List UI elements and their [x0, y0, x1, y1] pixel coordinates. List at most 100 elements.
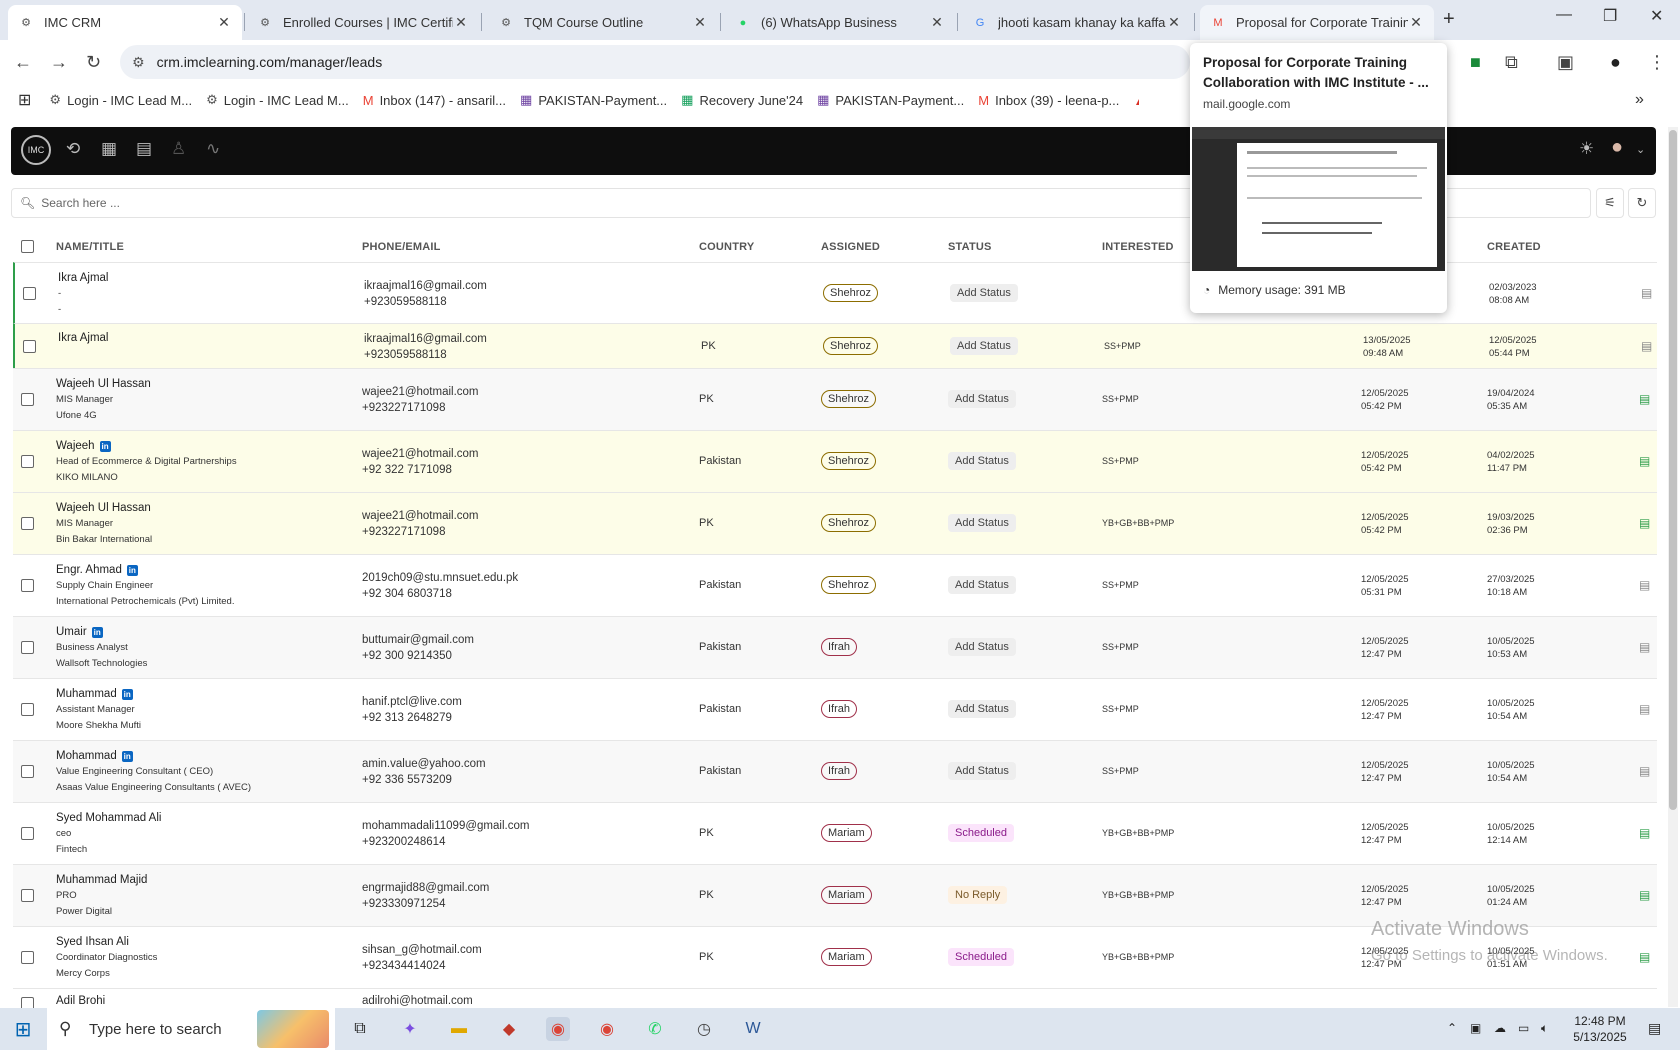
filter-button[interactable]: ⚟ — [1596, 188, 1624, 218]
reload-icon[interactable]: ↻ — [86, 52, 101, 73]
calendar-icon[interactable]: ▦ — [101, 139, 117, 159]
col-assigned[interactable]: ASSIGNED — [821, 241, 880, 253]
linkedin-icon[interactable]: in — [121, 750, 133, 762]
lead-phone[interactable]: +92 313 2648279 — [362, 710, 462, 726]
status-badge[interactable]: No Reply — [948, 886, 1008, 904]
linkedin-icon[interactable]: in — [121, 688, 133, 700]
app-icon-red[interactable]: ◆ — [497, 1017, 521, 1041]
scrollbar-thumb[interactable] — [1669, 130, 1677, 810]
assigned-badge[interactable]: Shehroz — [823, 336, 878, 355]
volume-icon[interactable]: 🔈︎ — [1541, 1020, 1548, 1036]
linkedin-icon[interactable]: in — [99, 440, 111, 452]
lead-email[interactable]: amin.value@yahoo.com — [362, 756, 486, 772]
table-row[interactable]: Wajeeh Ul Hassan MIS Manager Ufone 4G wajee… — [13, 368, 1657, 430]
table-row[interactable]: Muhammad in Assistant Manager Moore Shekha … — [13, 678, 1657, 740]
url-input[interactable]: ⚙ crm.imclearning.com/manager/leads — [120, 45, 1190, 79]
document-icon[interactable]: ▤ — [1639, 826, 1650, 840]
row-checkbox[interactable] — [21, 765, 34, 778]
bookmark-item[interactable]: ▦ PAKISTAN-Payment... — [520, 92, 667, 108]
row-checkbox[interactable] — [23, 339, 36, 353]
status-badge[interactable]: Add Status — [950, 283, 1018, 302]
assigned-badge[interactable]: Ifrah — [821, 700, 858, 718]
col-created[interactable]: CREATED — [1487, 241, 1541, 253]
imc-logo[interactable]: IMC — [21, 135, 51, 165]
linkedin-icon[interactable]: in — [91, 626, 103, 638]
bookmark-item[interactable]: ⚙ Login - IMC Lead M... — [49, 92, 192, 108]
bookmark-item[interactable]: ▦ PAKISTAN-Payment... — [817, 92, 964, 108]
user-avatar[interactable]: ● — [1611, 136, 1623, 159]
forward-icon[interactable]: → — [50, 52, 68, 73]
chrome-icon[interactable]: ◉ — [546, 1017, 570, 1041]
col-phone[interactable]: PHONE/EMAIL — [362, 241, 441, 253]
tab-4[interactable]: ● (6) WhatsApp Business ✕ — [725, 5, 955, 40]
tray-meet-icon[interactable]: ▣ — [1470, 1020, 1481, 1036]
site-info-icon[interactable]: ⚙ — [132, 54, 145, 71]
lead-email[interactable]: 2019ch09@stu.mnsuet.edu.pk — [362, 570, 518, 586]
lead-email[interactable]: wajee21@hotmail.com — [362, 446, 479, 462]
col-interested[interactable]: INTERESTED — [1102, 241, 1174, 253]
close-tab-icon[interactable]: ✕ — [453, 14, 469, 31]
document-icon[interactable]: ▤ — [1641, 339, 1652, 353]
table-row[interactable]: Engr. Ahmad in Supply Chain Engineer Intern… — [13, 554, 1657, 616]
table-row[interactable]: Wajeeh in Head of Ecommerce & Digital Part… — [13, 430, 1657, 492]
status-badge[interactable]: Add Status — [948, 638, 1016, 656]
page-scrollbar[interactable] — [1668, 127, 1678, 1007]
status-badge[interactable]: Scheduled — [948, 824, 1014, 842]
lead-phone[interactable]: +923330971254 — [362, 896, 489, 912]
lead-phone[interactable]: +923227171098 — [362, 400, 479, 416]
lead-email[interactable]: buttumair@gmail.com — [362, 632, 474, 648]
copilot-icon[interactable]: ✦ — [398, 1017, 422, 1041]
extension-icon[interactable]: ■ — [1470, 52, 1481, 73]
assigned-badge[interactable]: Mariam — [821, 824, 872, 842]
lead-phone[interactable]: +92 304 6803718 — [362, 586, 518, 602]
row-checkbox[interactable] — [21, 641, 34, 654]
assigned-badge[interactable]: Shehroz — [821, 514, 876, 532]
table-row[interactable]: Syed Mohammad Ali ceo Fintech mohammadali11… — [13, 802, 1657, 864]
refresh-icon[interactable]: ⟲ — [66, 139, 80, 159]
status-badge[interactable]: Add Status — [948, 762, 1016, 780]
row-checkbox[interactable] — [21, 703, 34, 716]
lead-phone[interactable]: +923059588118 — [364, 294, 487, 310]
close-tab-icon[interactable]: ✕ — [1408, 14, 1424, 31]
table-row[interactable]: Wajeeh Ul Hassan MIS Manager Bin Bakar Int… — [13, 492, 1657, 554]
onedrive-icon[interactable]: ☁ — [1494, 1020, 1506, 1036]
document-icon[interactable]: ▤ — [1639, 764, 1650, 778]
back-icon[interactable]: ← — [14, 52, 32, 73]
tab-5[interactable]: Gjhooti kasam khanay ka kaffara ✕ — [962, 5, 1192, 40]
close-tab-icon[interactable]: ✕ — [1166, 14, 1182, 31]
row-checkbox[interactable] — [21, 889, 34, 902]
col-name[interactable]: NAME/TITLE — [56, 241, 124, 253]
assigned-badge[interactable]: Mariam — [821, 886, 872, 904]
extensions-puzzle-icon[interactable]: ⧉ — [1505, 52, 1518, 73]
lead-email[interactable]: wajee21@hotmail.com — [362, 508, 479, 524]
profile-avatar-icon[interactable]: ● — [1610, 52, 1621, 73]
more-bookmarks-icon[interactable]: » — [1635, 91, 1644, 109]
bookmark-item[interactable]: ▲Payment — [1133, 93, 1139, 108]
assigned-badge[interactable]: Shehroz — [821, 452, 876, 470]
taskbar-search-box[interactable]: ⚲ Type here to search — [47, 1008, 335, 1050]
select-all-checkbox[interactable] — [21, 240, 34, 253]
chrome-profile-icon[interactable]: ◉ — [595, 1017, 619, 1041]
status-badge[interactable]: Add Status — [948, 514, 1016, 532]
lead-phone[interactable]: +923227171098 — [362, 524, 479, 540]
table-row[interactable]: Umair in Business Analyst Wallsoft Technolo… — [13, 616, 1657, 678]
table-row[interactable]: Ikra Ajmal ikraajmal16@gmail.com +92305958… — [13, 323, 1657, 368]
document-icon[interactable]: ▤ — [1639, 578, 1650, 592]
network-icon[interactable]: ▭ — [1518, 1020, 1529, 1036]
bookmark-item[interactable]: M Inbox (39) - leena-p... — [978, 93, 1119, 108]
chevron-down-icon[interactable]: ⌄ — [1636, 143, 1645, 156]
assigned-badge[interactable]: Shehroz — [821, 390, 876, 408]
assigned-badge[interactable]: Shehroz — [823, 283, 878, 302]
bookmark-item[interactable]: ⚙ Login - IMC Lead M... — [206, 92, 349, 108]
lead-phone[interactable]: +92 336 5573209 — [362, 772, 486, 788]
lead-email[interactable]: wajee21@hotmail.com — [362, 384, 479, 400]
clock-app-icon[interactable]: ◷ — [692, 1017, 716, 1041]
clock[interactable]: 12:48 PM 5/13/2025 — [1565, 1013, 1635, 1045]
assigned-badge[interactable]: Mariam — [821, 948, 872, 966]
lead-phone[interactable]: +923059588118 — [364, 347, 487, 363]
theme-toggle-icon[interactable]: ☀ — [1579, 139, 1594, 159]
lead-phone[interactable]: +92 300 9214350 — [362, 648, 474, 664]
document-icon[interactable]: ▤ — [1639, 454, 1650, 468]
lead-email[interactable]: engrmajid88@gmail.com — [362, 880, 489, 896]
row-checkbox[interactable] — [23, 286, 36, 300]
